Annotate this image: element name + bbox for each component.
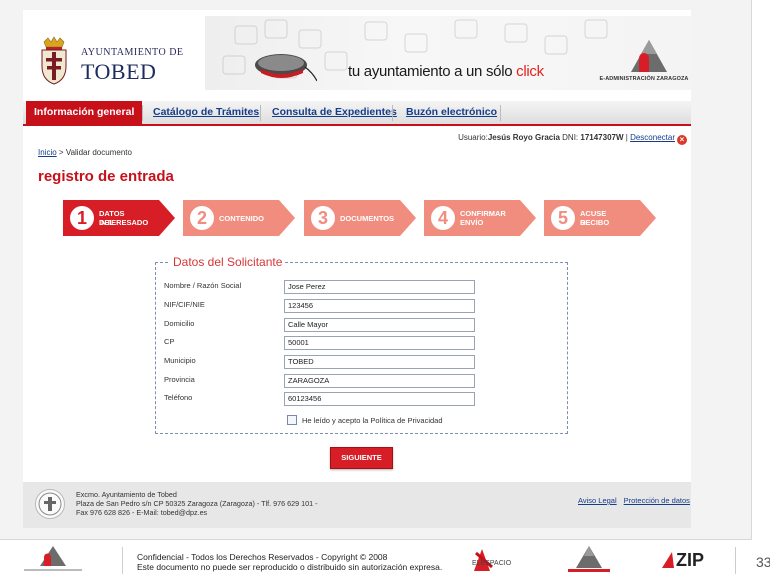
footer-line-2: Plaza de San Pedro s/n CP 50325 Zaragoza… [76,499,318,508]
page-number-separator [735,547,736,574]
step-label-line2: ENVÍO [460,218,484,227]
field-label-provincia: Provincia [164,375,195,384]
field-label-telefono: Teléfono [164,393,193,402]
close-icon[interactable]: × [677,135,687,145]
nav-item-catalogo-tramites[interactable]: Catálogo de Trámites [153,101,259,124]
telefono-input[interactable]: 60123456 [284,392,475,406]
step-label-line1: CONFIRMAR [460,209,506,218]
nav-item-buzon-electronico[interactable]: Buzón electrónico [406,101,497,124]
footer-address: Excmo. Ayuntamiento de Tobed Plaza de Sa… [76,490,317,517]
privacy-checkbox[interactable] [287,415,297,425]
user-separator: | [625,133,628,142]
user-prefix: Usuario: [458,133,488,142]
nombre-input[interactable]: Jose Perez [284,280,475,294]
next-button[interactable]: SIGUIENTE [330,447,393,469]
field-label-nombre: Nombre / Razón Social [164,281,242,290]
nif-input[interactable]: 123456 [284,299,475,313]
step-label-line2: INTERESADO [99,218,149,227]
privacy-label: He leído y acepto la Política de Privaci… [302,416,443,425]
confidential-line-2: Este documento no puede ser reproducido … [137,562,443,572]
field-label-municipio: Municipio [164,356,196,365]
domicilio-input[interactable]: Calle Mayor [284,318,475,332]
mouse-icon [255,54,317,82]
provincia-input[interactable]: ZARAGOZA [284,374,475,388]
zip-logo-text: ZIP [676,550,704,570]
step-number: 2 [190,206,214,230]
confidential-line-1: Confidencial - Todos los Derechos Reserv… [137,552,388,562]
field-label-domicilio: Domicilio [164,319,195,328]
main-nav: Información general Catálogo de Trámites… [23,101,691,126]
step-number: 1 [70,206,94,230]
field-label-cp: CP [164,337,175,346]
cp-input[interactable]: 50001 [284,336,475,350]
nav-item-informacion-general[interactable]: Información general [26,101,143,124]
logout-link[interactable]: Desconectar [630,133,675,142]
page-shell: AYUNTAMIENTO DE TOBED tu ayuntamiento a … [0,0,752,540]
applicant-fieldset: Datos del Solicitante Nombre / Razón Soc… [155,255,568,434]
user-name: Jesús Royo Gracia [487,133,560,142]
elespacio-logo-icon: ELESPACIO [472,549,512,571]
step-label-line1: DOCUMENTOS [340,214,395,223]
dni-value: 17147307W [580,133,624,142]
page-title: registro de entrada [38,168,174,185]
proteccion-datos-link[interactable]: Protección de datos [624,496,690,505]
slide-footer-separator [122,547,123,574]
breadcrumb: Inicio > Validar documento [38,148,132,157]
nav-separator [500,105,501,121]
nav-separator [392,105,393,121]
site-header: AYUNTAMIENTO DE TOBED tu ayuntamiento a … [23,10,691,96]
municipal-seal-icon [35,489,65,519]
breadcrumb-separator: > [58,148,64,157]
field-label-nif: NIF/CIF/NIE [164,300,205,309]
site-footer: Excmo. Ayuntamiento de Tobed Plaza de Sa… [23,482,691,528]
coat-of-arms-icon [41,36,67,85]
ead-label: E-ADMINISTRACIÓN ZARAGOZA [599,76,689,82]
breadcrumb-current: Validar documento [65,148,132,157]
nav-item-consulta-expedientes[interactable]: Consulta de Expedientes [272,101,397,124]
footer-line-1: Excmo. Ayuntamiento de Tobed [76,490,177,499]
dni-label: DNI: [562,133,579,142]
municipio-input[interactable]: TOBED [284,355,475,369]
elespacio-logo-text: ELESPACIO [472,560,512,567]
fieldset-legend: Datos del Solicitante [170,255,286,269]
slogan-accent: click [516,63,544,80]
aviso-legal-link[interactable]: Aviso Legal [578,496,617,505]
step-number: 3 [311,206,335,230]
e-administracion-logo-icon [24,546,82,571]
step-label-line1: CONTENIDO [219,214,264,223]
footer-line-3: Fax 976 628 826 - E-Mail: tobed@dpz.es [76,508,208,517]
confidential-notice: Confidencial - Todos los Derechos Reserv… [137,552,442,572]
step-number: 4 [431,206,455,230]
zip-logo-icon: ZIP [662,550,704,570]
nav-separator [260,105,261,121]
breadcrumb-home[interactable]: Inicio [38,148,57,157]
triangle-logo-icon [568,546,610,572]
step-number: 5 [551,206,575,230]
step-label-line2: RECIBO [580,218,610,227]
user-bar: Usuario:Jesús Royo Gracia DNI: 17147307W… [458,133,687,145]
page-number: 33 [756,554,770,570]
municipality-name: TOBED [81,59,157,84]
municipality-prefix: AYUNTAMIENTO DE [81,47,184,58]
footer-links: Aviso Legal Protección de datos [578,496,697,505]
site-container: AYUNTAMIENTO DE TOBED tu ayuntamiento a … [23,10,691,528]
header-slogan: tu ayuntamiento a un sólo click [348,63,544,80]
slogan-main: tu ayuntamiento a un sólo [348,63,517,80]
nav-separator [142,105,143,121]
